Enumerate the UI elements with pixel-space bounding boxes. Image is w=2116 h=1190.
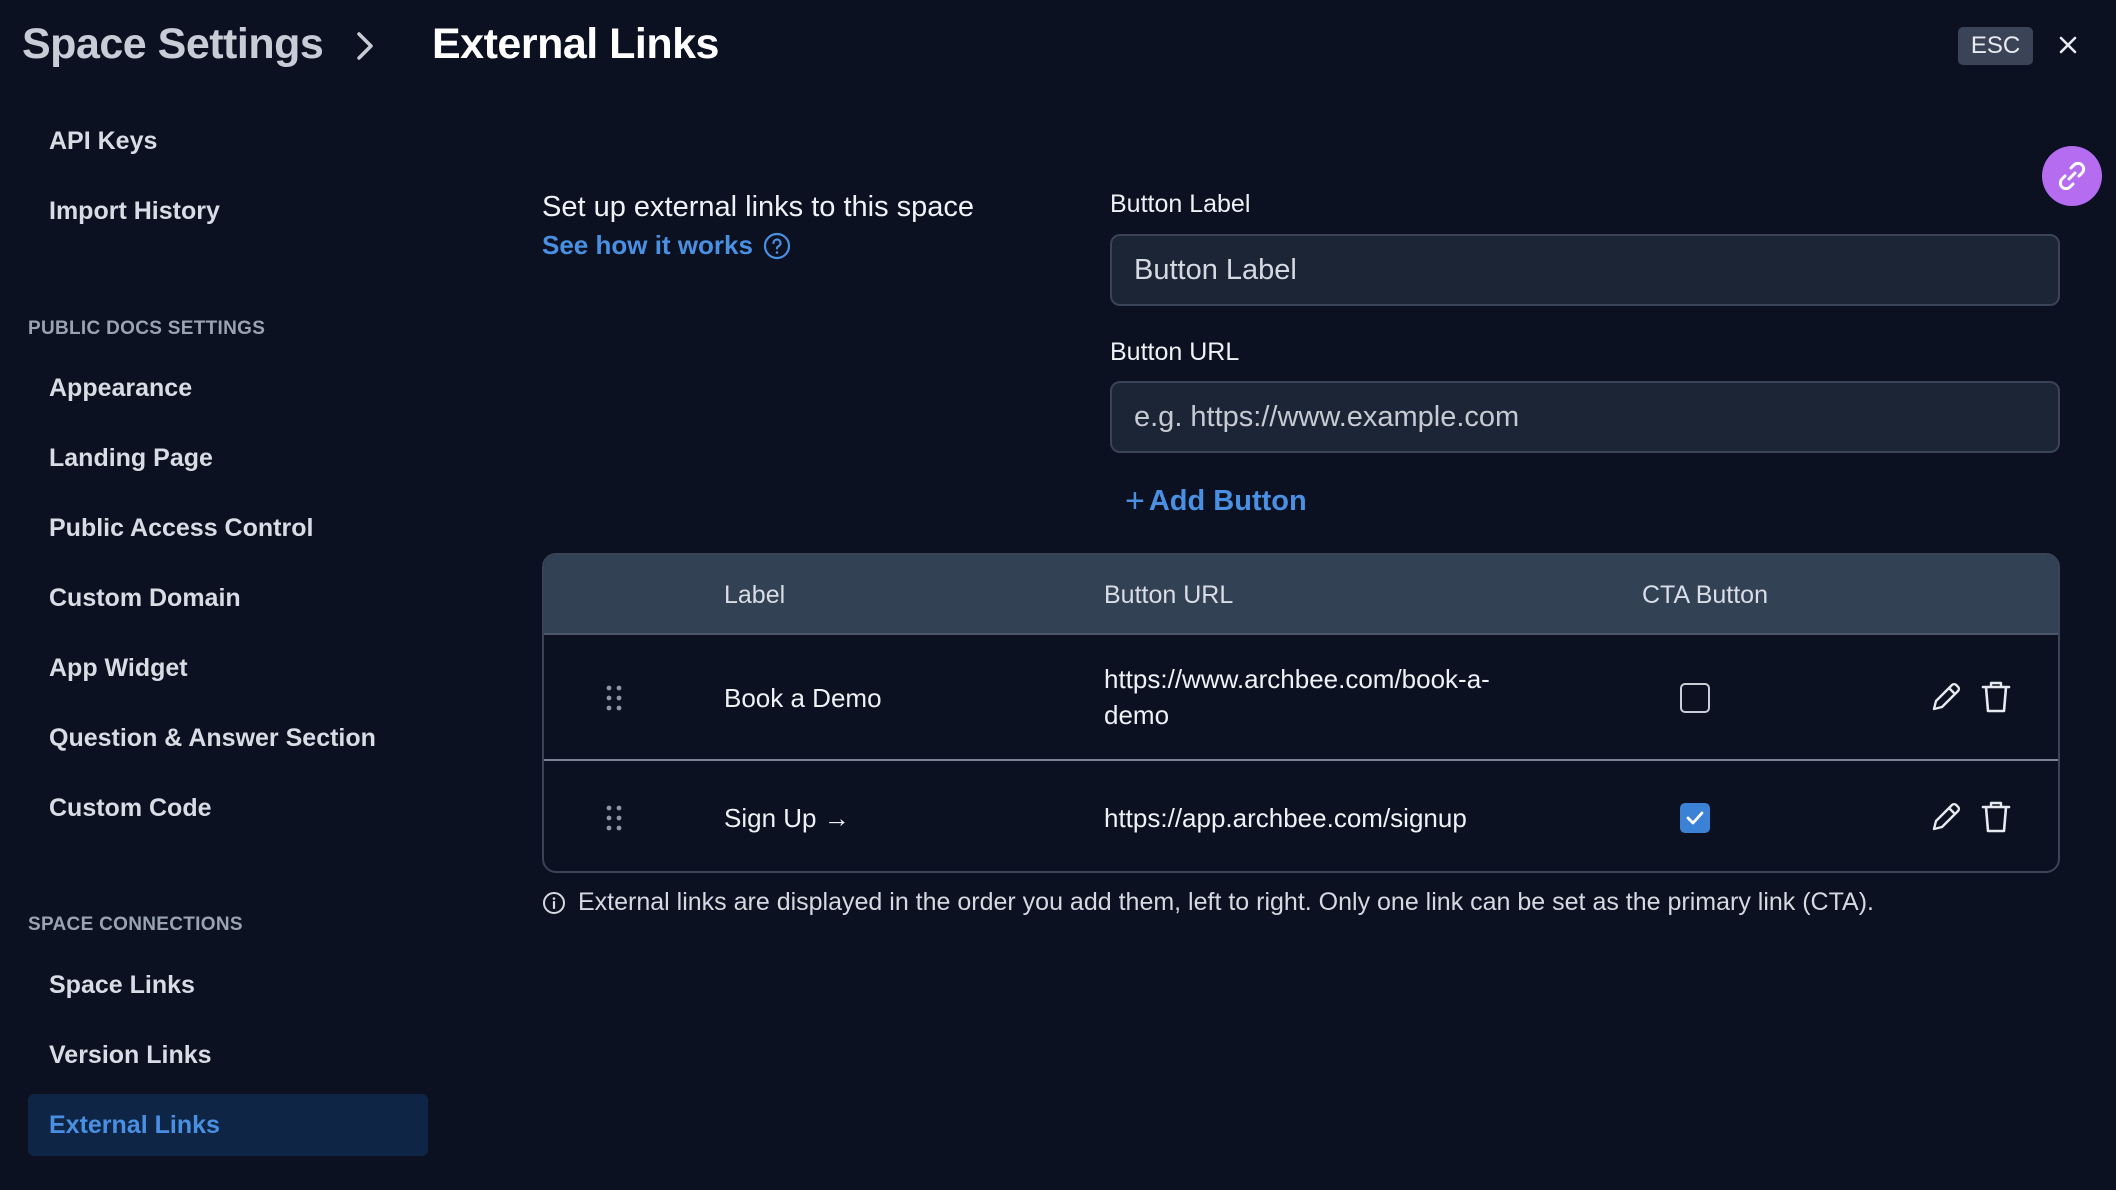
table-header: Label Button URL CTA Button bbox=[544, 555, 2058, 635]
header: Space Settings External Links ESC bbox=[0, 0, 2116, 96]
cta-checkbox[interactable] bbox=[1680, 683, 1710, 713]
button-label-field-label: Button Label bbox=[1110, 190, 1251, 218]
settings-modal: Space Settings External Links ESC API Ke… bbox=[0, 0, 2116, 1190]
row-url-line-1: https://www.archbee.com/book-a- bbox=[1104, 664, 1490, 694]
sidebar-item-qa-section[interactable]: Question & Answer Section bbox=[28, 707, 428, 769]
trash-icon[interactable] bbox=[1978, 679, 2014, 715]
grip-icon[interactable] bbox=[602, 683, 626, 713]
see-how-it-works-link[interactable]: See how it works bbox=[542, 230, 791, 261]
add-button[interactable]: + Add Button bbox=[1125, 484, 1307, 518]
row-label: Book a Demo bbox=[724, 683, 882, 713]
sidebar-item-api-keys[interactable]: API Keys bbox=[28, 110, 428, 172]
button-url-field-label: Button URL bbox=[1110, 338, 1240, 366]
sidebar-item-space-links[interactable]: Space Links bbox=[28, 954, 428, 1016]
sidebar-item-custom-domain[interactable]: Custom Domain bbox=[28, 567, 428, 629]
plus-icon: + bbox=[1125, 482, 1145, 520]
row-url: https://app.archbee.com/signup bbox=[1104, 803, 1467, 833]
column-header-button-url: Button URL bbox=[1104, 581, 1234, 609]
help-circle-icon bbox=[763, 232, 791, 259]
button-label-input[interactable] bbox=[1110, 234, 2060, 306]
close-icon[interactable] bbox=[2053, 30, 2083, 60]
sidebar-item-custom-code[interactable]: Custom Code bbox=[28, 777, 428, 839]
row-url-line-2: demo bbox=[1104, 700, 1170, 730]
table-row: Sign Up → https://app.archbee.com/signup bbox=[544, 763, 2058, 871]
check-icon bbox=[1686, 811, 1704, 825]
esc-badge: ESC bbox=[1958, 27, 2033, 65]
sidebar-item-public-access-control[interactable]: Public Access Control bbox=[28, 497, 428, 559]
info-note-text: External links are displayed in the orde… bbox=[578, 888, 1874, 916]
trash-icon[interactable] bbox=[1978, 799, 2014, 835]
table-row: Book a Demo https://www.archbee.com/book… bbox=[544, 635, 2058, 761]
sidebar-section-public-docs: PUBLIC DOCS SETTINGS bbox=[28, 318, 266, 339]
see-how-it-works-label: See how it works bbox=[542, 230, 753, 260]
sidebar-item-version-links[interactable]: Version Links bbox=[28, 1024, 428, 1086]
grip-icon[interactable] bbox=[602, 803, 626, 833]
pencil-icon[interactable] bbox=[1928, 799, 1964, 835]
info-icon bbox=[543, 891, 565, 914]
pencil-icon[interactable] bbox=[1928, 679, 1964, 715]
sidebar-item-external-links[interactable]: External Links bbox=[28, 1094, 428, 1156]
column-header-label: Label bbox=[724, 581, 786, 609]
cta-checkbox[interactable] bbox=[1680, 803, 1710, 833]
add-button-label: Add Button bbox=[1148, 484, 1307, 517]
sidebar-item-appearance[interactable]: Appearance bbox=[28, 357, 428, 419]
info-note: External links are displayed in the orde… bbox=[542, 888, 1874, 917]
chevron-right-icon bbox=[357, 32, 373, 60]
button-url-input[interactable] bbox=[1110, 381, 2060, 453]
external-links-table: Label Button URL CTA Button Book a Demo … bbox=[542, 553, 2060, 873]
sidebar: API Keys Import History PUBLIC DOCS SETT… bbox=[0, 96, 440, 1190]
row-url: https://www.archbee.com/book-a- demo bbox=[1104, 661, 1490, 733]
sidebar-item-app-widget[interactable]: App Widget bbox=[28, 637, 428, 699]
link-fab-button[interactable] bbox=[2042, 146, 2102, 206]
sidebar-item-landing-page[interactable]: Landing Page bbox=[28, 427, 428, 489]
link-icon bbox=[2058, 161, 2086, 191]
breadcrumb-root[interactable]: Space Settings bbox=[22, 20, 324, 69]
row-label: Sign Up → bbox=[724, 803, 850, 833]
column-header-cta-button: CTA Button bbox=[1642, 581, 1768, 609]
page-title: External Links bbox=[432, 20, 719, 68]
intro-title: Set up external links to this space bbox=[542, 191, 975, 223]
sidebar-section-space-connections: SPACE CONNECTIONS bbox=[28, 914, 243, 935]
sidebar-item-import-history[interactable]: Import History bbox=[28, 180, 428, 242]
